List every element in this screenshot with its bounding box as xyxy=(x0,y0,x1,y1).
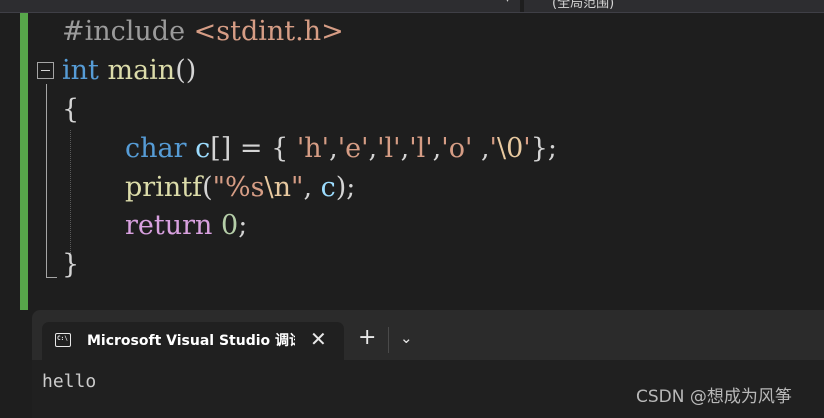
code-token: } xyxy=(62,249,80,280)
code-token: \n xyxy=(264,172,292,203)
code-token: 'o' xyxy=(441,133,481,164)
collapse-toggle-icon[interactable] xyxy=(37,62,54,79)
code-line-include[interactable]: #include <stdint.h> xyxy=(62,16,344,48)
code-token: 'h' xyxy=(296,133,330,164)
scope-dropdown-arrow-icon[interactable]: ▾ xyxy=(505,0,510,5)
code-token: ); xyxy=(335,172,356,203)
code-token: [] = { xyxy=(210,133,297,164)
code-token: <stdint.h> xyxy=(193,16,344,47)
code-token: , xyxy=(303,172,321,203)
console-output: hello xyxy=(42,371,97,392)
code-token: c xyxy=(195,133,211,164)
code-token: () xyxy=(175,55,197,86)
code-line-close-brace[interactable]: } xyxy=(62,249,79,281)
code-token: ' xyxy=(489,133,497,164)
scope-dropdown[interactable]: (全局范围) xyxy=(552,0,614,11)
code-line-main-signature[interactable]: int main() xyxy=(62,55,196,87)
code-token: , xyxy=(480,133,490,164)
code-token: 'l' xyxy=(377,133,401,164)
watermark-text: CSDN @想成为风筝 xyxy=(636,387,792,407)
code-token: \0 xyxy=(496,133,524,164)
code-token: printf xyxy=(125,172,203,203)
code-token: "%s xyxy=(212,172,265,203)
code-token: char xyxy=(125,133,187,164)
code-line-printf[interactable]: printf("%s\n", c); xyxy=(125,172,355,204)
code-token: c xyxy=(320,172,336,203)
code-token: ( xyxy=(202,172,213,203)
code-line-return[interactable]: return 0; xyxy=(125,210,247,242)
code-token: ' xyxy=(523,133,531,164)
code-token: return xyxy=(125,210,213,241)
chevron-down-icon[interactable]: ⌄ xyxy=(400,327,413,349)
tab-separator xyxy=(388,327,389,353)
code-token: }; xyxy=(530,133,557,164)
fold-guide-line xyxy=(46,84,47,277)
code-token: 'e' xyxy=(337,133,369,164)
indent-guide xyxy=(70,130,71,257)
new-tab-plus-icon[interactable]: + xyxy=(358,326,376,350)
code-token: 0 xyxy=(221,210,239,241)
code-token: int xyxy=(62,55,99,86)
code-token: #include xyxy=(62,16,194,47)
code-line-open-brace[interactable]: { xyxy=(62,94,79,126)
code-token: , xyxy=(368,133,378,164)
code-token: " xyxy=(291,172,304,203)
terminal-tab-strip: C:\ Microsoft Visual Studio 调试控制台 ✕ + ⌄ xyxy=(32,310,824,360)
code-token: , xyxy=(400,133,410,164)
code-editor[interactable]: #include <stdint.h> int main() { char c[… xyxy=(0,13,824,310)
change-tracking-bar xyxy=(20,13,28,310)
code-token: main xyxy=(107,55,176,86)
code-token: , xyxy=(329,133,338,164)
tab-debug-console[interactable]: C:\ Microsoft Visual Studio 调试控制台 ✕ xyxy=(42,322,344,360)
code-line-char-array[interactable]: char c[] = { 'h','e','l','l','o' ,'\0'}; xyxy=(125,133,557,165)
scope-bar-divider xyxy=(520,0,524,12)
close-icon[interactable]: ✕ xyxy=(310,328,327,352)
code-token: ; xyxy=(238,210,248,241)
code-token: , xyxy=(432,133,442,164)
scope-bar: ▾ (全局范围) xyxy=(0,0,824,13)
console-icon: C:\ xyxy=(55,333,71,347)
code-token: { xyxy=(62,94,80,125)
code-token: 'l' xyxy=(409,133,433,164)
fold-guide-end xyxy=(46,277,57,278)
tab-title: Microsoft Visual Studio 调试控制台 xyxy=(87,333,295,349)
